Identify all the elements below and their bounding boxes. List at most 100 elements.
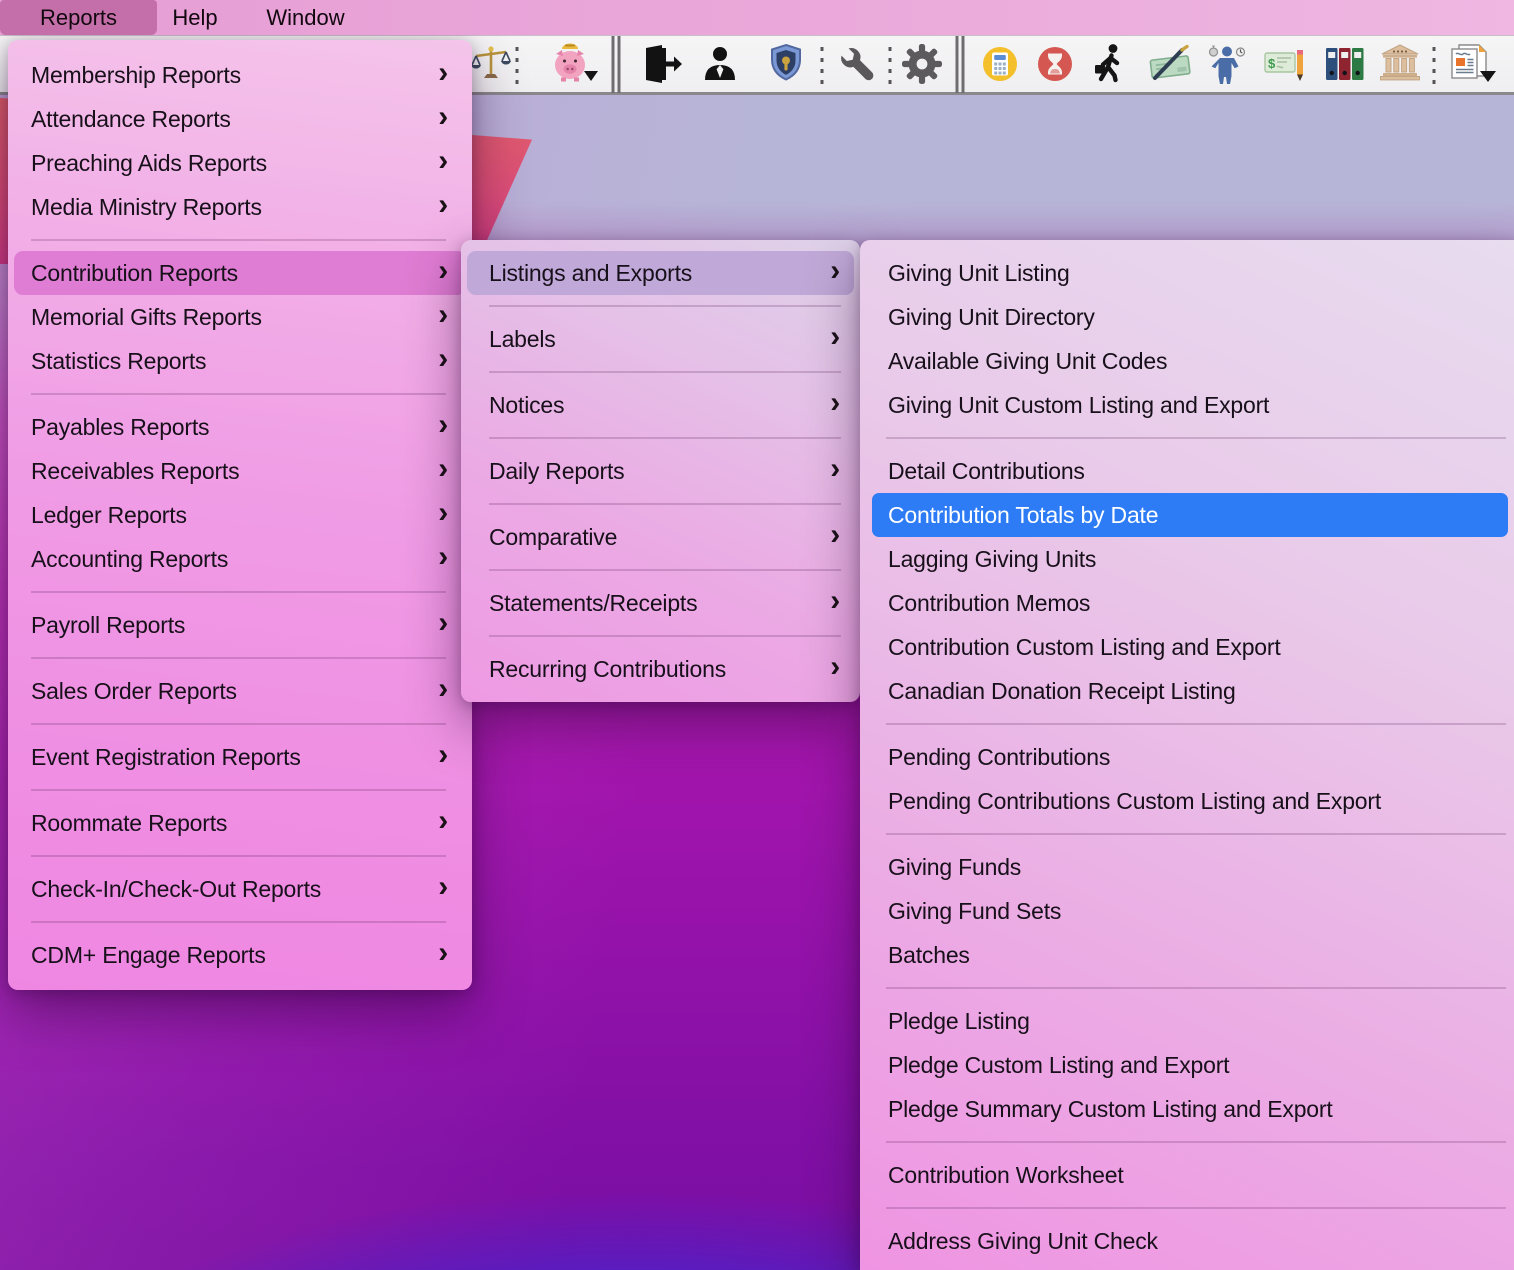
menu-item-check-in-check-out-reports[interactable]: Check-In/Check-Out Reports› <box>8 867 472 911</box>
menu-divider <box>886 1207 1506 1209</box>
menu-divider <box>886 833 1506 835</box>
menu-divider <box>489 305 841 307</box>
menu-item-contribution-totals-by-date[interactable]: Contribution Totals by Date <box>872 493 1508 537</box>
menu-item-lagging-giving-units[interactable]: Lagging Giving Units <box>860 537 1514 581</box>
bank-icon[interactable] <box>1378 42 1422 86</box>
menu-item-contribution-worksheet[interactable]: Contribution Worksheet <box>860 1153 1514 1197</box>
binders-icon[interactable] <box>1323 42 1367 86</box>
menu-bar: Reports Help Window <box>0 0 1514 35</box>
check-writing-icon[interactable] <box>1146 42 1194 86</box>
submenu-arrow-icon: › <box>438 344 448 374</box>
menu-divider <box>886 437 1506 439</box>
menubar-item-reports[interactable]: Reports <box>0 0 157 35</box>
menu-item-pledge-summary-custom-listing-and-export[interactable]: Pledge Summary Custom Listing and Export <box>860 1087 1514 1131</box>
report-browser-icon[interactable] <box>1447 41 1499 87</box>
menu-item-notices[interactable]: Notices› <box>461 383 860 427</box>
check-pencil-icon[interactable]: $ <box>1262 42 1310 86</box>
user-icon[interactable] <box>698 42 742 86</box>
menu-divider <box>31 855 446 857</box>
submenu-arrow-icon: › <box>438 454 448 484</box>
menu-item-pledge-listing[interactable]: Pledge Listing <box>860 999 1514 1043</box>
menu-item-ledger-reports[interactable]: Ledger Reports› <box>8 493 472 537</box>
submenu-arrow-icon: › <box>438 872 448 902</box>
menu-item-statistics-reports[interactable]: Statistics Reports› <box>8 339 472 383</box>
submenu-arrow-icon: › <box>830 520 840 550</box>
menu-divider <box>31 239 446 241</box>
menu-divider <box>31 657 446 659</box>
scales-icon[interactable] <box>469 42 513 86</box>
listings-and-exports-submenu: Giving Unit Listing Giving Unit Director… <box>860 240 1514 1270</box>
menu-item-roommate-reports[interactable]: Roommate Reports› <box>8 801 472 845</box>
menu-item-media-ministry-reports[interactable]: Media Ministry Reports› <box>8 185 472 229</box>
menu-item-recurring-contributions[interactable]: Recurring Contributions› <box>461 647 860 691</box>
menu-item-detail-contributions[interactable]: Detail Contributions <box>860 449 1514 493</box>
submenu-arrow-icon: › <box>438 740 448 770</box>
logout-door-icon[interactable] <box>638 42 682 86</box>
menu-item-labels[interactable]: Labels› <box>461 317 860 361</box>
menu-item-giving-unit-listing[interactable]: Giving Unit Listing <box>860 251 1514 295</box>
toolbar-separator <box>889 47 892 85</box>
menu-divider <box>489 437 841 439</box>
menu-item-giving-unit-custom-listing-and-export[interactable]: Giving Unit Custom Listing and Export <box>860 383 1514 427</box>
calculator-icon[interactable] <box>980 44 1020 84</box>
reports-menu: Membership Reports› Attendance Reports› … <box>8 40 472 990</box>
menu-item-daily-reports[interactable]: Daily Reports› <box>461 449 860 493</box>
submenu-arrow-icon: › <box>438 806 448 836</box>
menu-item-giving-fund-sets[interactable]: Giving Fund Sets <box>860 889 1514 933</box>
menubar-item-help[interactable]: Help <box>157 0 233 35</box>
menu-item-preaching-aids-reports[interactable]: Preaching Aids Reports› <box>8 141 472 185</box>
menu-divider <box>489 635 841 637</box>
menu-item-pending-contributions-custom-listing-and-export[interactable]: Pending Contributions Custom Listing and… <box>860 779 1514 823</box>
security-shield-icon[interactable] <box>764 42 808 86</box>
menu-item-receivables-reports[interactable]: Receivables Reports› <box>8 449 472 493</box>
menu-item-contribution-reports[interactable]: Contribution Reports› <box>14 251 466 295</box>
toolbar-separator <box>821 47 824 85</box>
menu-divider <box>489 569 841 571</box>
menu-item-contribution-memos[interactable]: Contribution Memos <box>860 581 1514 625</box>
svg-text:$: $ <box>1268 56 1276 71</box>
menu-divider <box>31 723 446 725</box>
menu-item-available-giving-unit-codes[interactable]: Available Giving Unit Codes <box>860 339 1514 383</box>
menu-item-accounting-reports[interactable]: Accounting Reports› <box>8 537 472 581</box>
menu-item-pending-contributions[interactable]: Pending Contributions <box>860 735 1514 779</box>
toolbar-separator <box>612 36 621 93</box>
toolbar-separator <box>1433 47 1436 85</box>
menu-divider <box>31 789 446 791</box>
menu-item-sales-order-reports[interactable]: Sales Order Reports› <box>8 669 472 713</box>
menu-divider <box>31 921 446 923</box>
menu-item-address-giving-unit-check[interactable]: Address Giving Unit Check <box>860 1219 1514 1263</box>
submenu-arrow-icon: › <box>438 190 448 220</box>
menu-item-contribution-custom-listing-and-export[interactable]: Contribution Custom Listing and Export <box>860 625 1514 669</box>
menu-item-event-registration-reports[interactable]: Event Registration Reports› <box>8 735 472 779</box>
menu-divider <box>886 1141 1506 1143</box>
menu-item-comparative[interactable]: Comparative› <box>461 515 860 559</box>
menu-divider <box>489 371 841 373</box>
payroll-person-icon[interactable] <box>1205 42 1249 86</box>
menu-item-memorial-gifts-reports[interactable]: Memorial Gifts Reports› <box>8 295 472 339</box>
wrench-icon[interactable] <box>834 42 878 86</box>
traveler-icon[interactable] <box>1088 42 1132 86</box>
submenu-arrow-icon: › <box>438 146 448 176</box>
menu-item-attendance-reports[interactable]: Attendance Reports› <box>8 97 472 141</box>
menu-divider <box>886 987 1506 989</box>
piggy-bank-icon[interactable] <box>548 41 600 87</box>
menu-item-canadian-donation-receipt-listing[interactable]: Canadian Donation Receipt Listing <box>860 669 1514 713</box>
submenu-arrow-icon: › <box>438 608 448 638</box>
menu-divider <box>489 503 841 505</box>
menu-item-giving-unit-directory[interactable]: Giving Unit Directory <box>860 295 1514 339</box>
menu-item-batches[interactable]: Batches <box>860 933 1514 977</box>
menu-item-payroll-reports[interactable]: Payroll Reports› <box>8 603 472 647</box>
menu-item-cdm-engage-reports[interactable]: CDM+ Engage Reports› <box>8 933 472 977</box>
menu-item-membership-reports[interactable]: Membership Reports› <box>8 53 472 97</box>
menu-item-statements-receipts[interactable]: Statements/Receipts› <box>461 581 860 625</box>
dropdown-arrow-icon <box>584 71 598 81</box>
menu-item-pledge-custom-listing-and-export[interactable]: Pledge Custom Listing and Export <box>860 1043 1514 1087</box>
menubar-item-window[interactable]: Window <box>243 0 368 35</box>
menu-item-payables-reports[interactable]: Payables Reports› <box>8 405 472 449</box>
gear-icon[interactable] <box>900 42 944 86</box>
submenu-arrow-icon: › <box>438 674 448 704</box>
submenu-arrow-icon: › <box>830 388 840 418</box>
hourglass-icon[interactable] <box>1035 44 1075 84</box>
menu-item-listings-and-exports[interactable]: Listings and Exports› <box>467 251 854 295</box>
menu-item-giving-funds[interactable]: Giving Funds <box>860 845 1514 889</box>
